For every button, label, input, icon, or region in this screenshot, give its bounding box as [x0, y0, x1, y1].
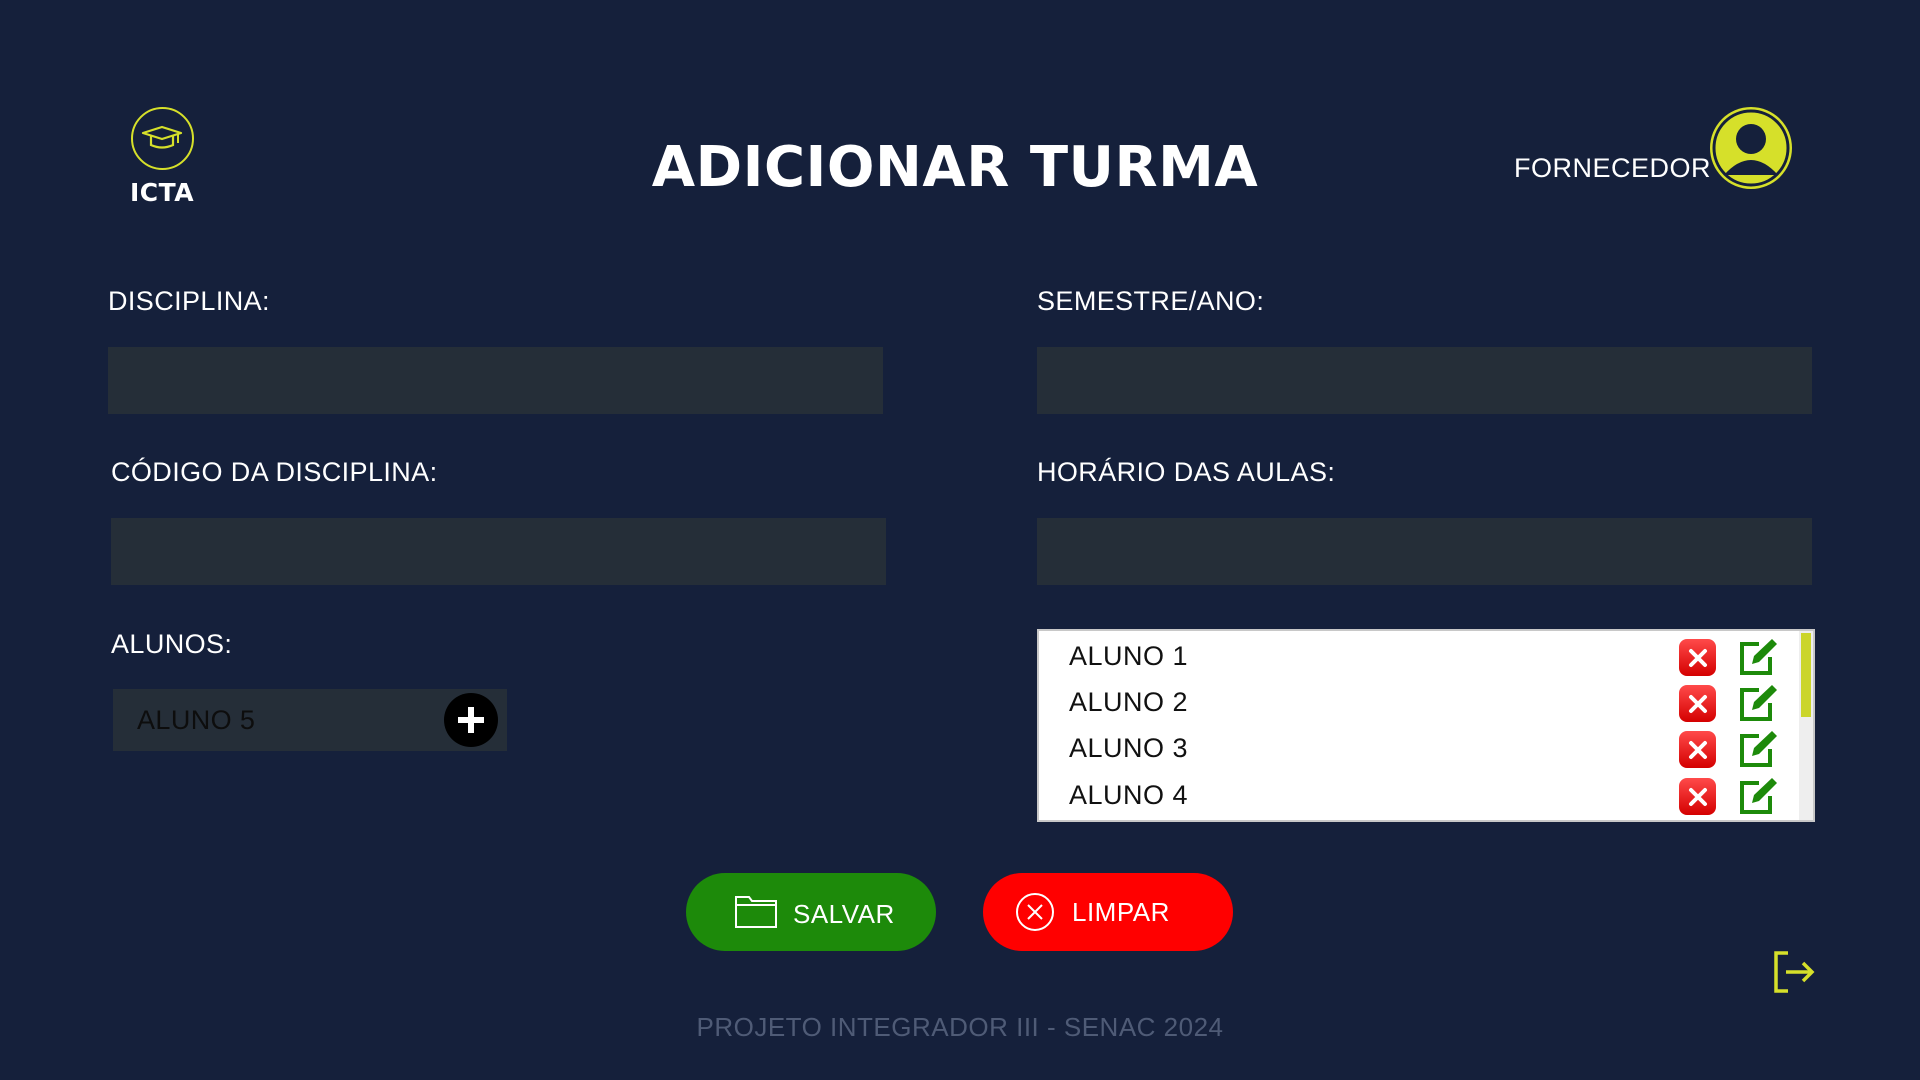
scrollbar-thumb[interactable]	[1801, 633, 1811, 717]
clear-button-label: LIMPAR	[1072, 897, 1170, 927]
horario-label: HORÁRIO DAS AULAS:	[1037, 457, 1336, 487]
save-button-label: SALVAR	[793, 899, 895, 929]
delete-icon[interactable]	[1679, 685, 1716, 722]
semestre-label: SEMESTRE/ANO:	[1037, 286, 1265, 316]
disciplina-input[interactable]	[108, 347, 883, 414]
edit-icon[interactable]	[1737, 729, 1779, 769]
delete-icon[interactable]	[1679, 778, 1716, 815]
student-name: ALUNO 2	[1069, 687, 1189, 717]
horario-input[interactable]	[1037, 518, 1812, 585]
list-item: ALUNO 2	[1039, 683, 1799, 723]
add-class-page: ICTA ADICIONAR TURMA FORNECEDOR DISCIPLI…	[0, 0, 1920, 1080]
student-name: ALUNO 4	[1069, 780, 1189, 810]
brand-logo[interactable]: ICTA	[127, 107, 197, 207]
plus-icon	[458, 707, 484, 733]
list-item: ALUNO 4	[1039, 776, 1799, 816]
codigo-input[interactable]	[111, 518, 886, 585]
semestre-input[interactable]	[1037, 347, 1812, 414]
list-item: ALUNO 1	[1039, 637, 1799, 677]
scrollbar[interactable]	[1799, 631, 1813, 820]
footer-text: PROJETO INTEGRADOR III - SENAC 2024	[696, 1012, 1224, 1042]
user-avatar-icon[interactable]	[1710, 107, 1792, 189]
student-name: ALUNO 1	[1069, 641, 1189, 671]
student-list[interactable]: ALUNO 1 ALUNO 2 ALUNO 3 ALUNO 4	[1037, 629, 1815, 822]
add-student-field[interactable]: ALUNO 5	[113, 689, 507, 751]
clear-button[interactable]: LIMPAR	[983, 873, 1233, 951]
graduation-cap-icon	[130, 107, 194, 170]
codigo-label: CÓDIGO DA DISCIPLINA:	[111, 457, 438, 487]
close-circle-icon	[1015, 892, 1055, 932]
add-student-button[interactable]	[444, 693, 498, 747]
page-title: ADICIONAR TURMA	[651, 135, 1259, 200]
save-button[interactable]: SALVAR	[686, 873, 936, 951]
brand-name: ICTA	[129, 178, 195, 207]
student-name: ALUNO 3	[1069, 733, 1189, 763]
list-item: ALUNO 3	[1039, 729, 1799, 769]
edit-icon[interactable]	[1737, 683, 1779, 723]
logout-icon[interactable]	[1772, 950, 1816, 994]
folder-icon	[734, 893, 778, 929]
edit-icon[interactable]	[1737, 637, 1779, 677]
add-student-input[interactable]: ALUNO 5	[137, 705, 255, 736]
edit-icon[interactable]	[1737, 776, 1779, 816]
delete-icon[interactable]	[1679, 731, 1716, 768]
user-role-label: FORNECEDOR	[1514, 153, 1712, 183]
alunos-label: ALUNOS:	[111, 629, 233, 659]
disciplina-label: DISCIPLINA:	[108, 286, 270, 316]
delete-icon[interactable]	[1679, 639, 1716, 676]
